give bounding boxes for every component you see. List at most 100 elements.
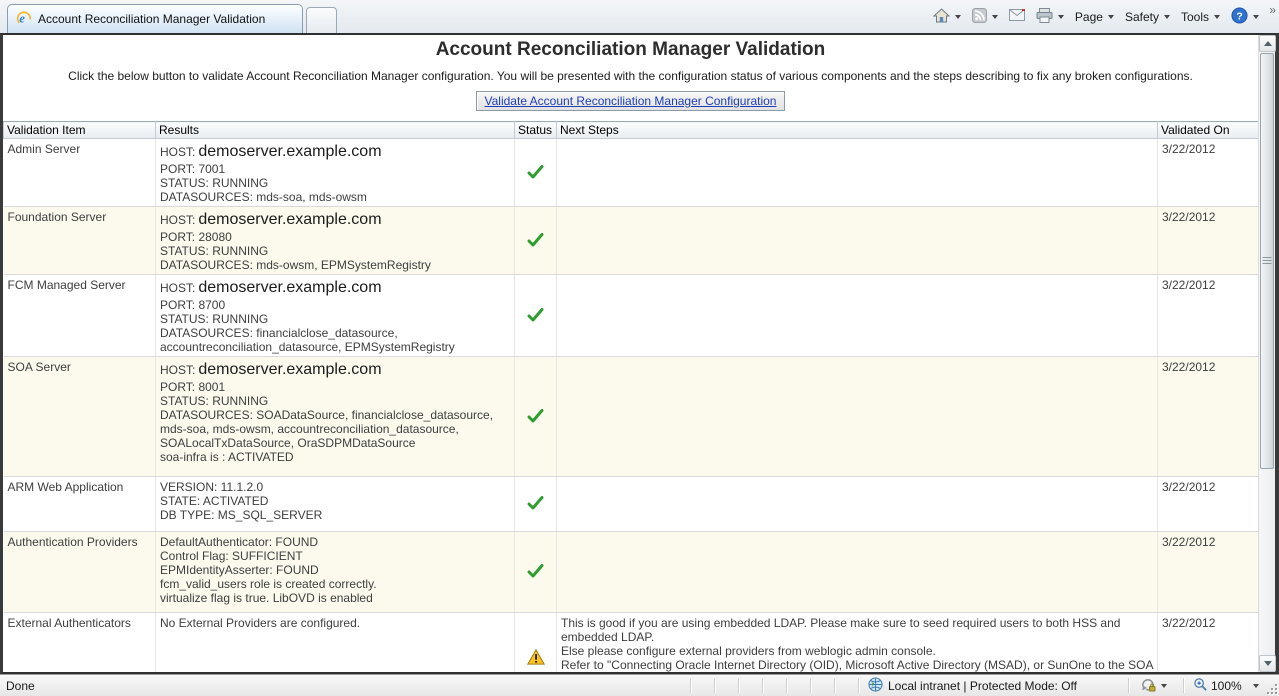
table-row: ARM Web ApplicationVERSION: 11.1.2.0STAT…: [4, 477, 1259, 532]
home-icon: [933, 8, 950, 26]
result-line: virtualize flag is true. LibOVD is enabl…: [160, 591, 510, 605]
validation-item-cell: Authentication Providers: [4, 532, 156, 613]
result-line: PORT: 8001: [160, 380, 510, 394]
scroll-down-button[interactable]: [1259, 655, 1276, 672]
page-menu-button[interactable]: Page: [1071, 7, 1118, 27]
zoom-level-button[interactable]: 100%: [1193, 676, 1259, 696]
help-button[interactable]: ?: [1227, 4, 1263, 30]
host-line: HOST:demoserver.example.com: [160, 278, 510, 298]
table-row: SOA ServerHOST:demoserver.example.comPOR…: [4, 357, 1259, 477]
status-warning-icon: [527, 654, 545, 668]
zoom-magnifier-icon: [1193, 677, 1208, 695]
read-mail-button[interactable]: [1005, 6, 1029, 27]
page-menu-label: Page: [1075, 10, 1103, 24]
results-cell: HOST:demoserver.example.comPORT: 7001STA…: [156, 139, 515, 207]
host-value: demoserver.example.com: [198, 361, 381, 378]
page-dropdown-caret: [1108, 15, 1114, 19]
result-line: Control Flag: SUFFICIENT: [160, 549, 510, 563]
help-icon: ?: [1231, 7, 1248, 27]
next-steps-line: Else please configure external providers…: [561, 644, 1153, 658]
result-line: STATUS: RUNNING: [160, 176, 510, 190]
validated-on-cell: 3/22/2012: [1158, 613, 1259, 673]
result-line: DATASOURCES: mds-owsm, EPMSystemRegistry: [160, 258, 510, 272]
validated-on-cell: 3/22/2012: [1158, 532, 1259, 613]
validate-configuration-button[interactable]: Validate Account Reconciliation Manager …: [476, 91, 786, 111]
host-value: demoserver.example.com: [198, 143, 381, 160]
print-button[interactable]: [1032, 5, 1068, 29]
status-cell: [515, 207, 557, 275]
validated-on-cell: 3/22/2012: [1158, 207, 1259, 275]
result-line: STATUS: RUNNING: [160, 394, 510, 408]
validation-item-cell: SOA Server: [4, 357, 156, 477]
results-cell: VERSION: 11.1.2.0STATE: ACTIVATEDDB TYPE…: [156, 477, 515, 532]
home-dropdown-caret: [955, 15, 961, 19]
scrollbar-grip-icon: [1263, 257, 1272, 265]
page-content: Account Reconciliation Manager Validatio…: [3, 35, 1258, 672]
result-line: No External Providers are configured.: [160, 616, 510, 630]
next-steps-cell: [557, 275, 1158, 357]
validation-item-cell: FCM Managed Server: [4, 275, 156, 357]
vertical-scrollbar[interactable]: [1258, 35, 1275, 672]
next-steps-line: This is good if you are using embedded L…: [561, 616, 1153, 644]
validated-on-cell: 3/22/2012: [1158, 477, 1259, 532]
privacy-dropdown-caret: [1161, 684, 1167, 688]
validation-item-cell: External Authenticators: [4, 613, 156, 673]
scroll-up-button[interactable]: [1259, 35, 1276, 52]
table-row: Authentication ProvidersDefaultAuthentic…: [4, 532, 1259, 613]
browser-tab[interactable]: e Account Reconciliation Manager Validat…: [7, 4, 303, 33]
result-line: EPMIdentityAsserter: FOUND: [160, 563, 510, 577]
host-label: HOST:: [160, 281, 195, 295]
feeds-button[interactable]: [968, 5, 1002, 29]
scroll-down-arrow-icon: [1264, 661, 1272, 666]
new-tab-button[interactable]: [306, 7, 337, 33]
page-description: Click the below button to validate Accou…: [3, 69, 1258, 83]
result-line: PORT: 8700: [160, 298, 510, 312]
results-cell: HOST:demoserver.example.comPORT: 8001STA…: [156, 357, 515, 477]
privacy-lock-icon: [1140, 677, 1156, 696]
table-row: External Authenticators No External Provi…: [4, 613, 1259, 673]
rss-feed-icon: [972, 8, 987, 26]
results-cell: No External Providers are configured.: [156, 613, 515, 673]
result-line: fcm_valid_users role is created correctl…: [160, 577, 510, 591]
status-cell: [515, 532, 557, 613]
validate-button-label: Validate Account Reconciliation Manager …: [485, 94, 777, 108]
next-steps-cell: [557, 139, 1158, 207]
host-line: HOST:demoserver.example.com: [160, 210, 510, 230]
home-button[interactable]: [929, 5, 965, 29]
host-value: demoserver.example.com: [198, 279, 381, 296]
validated-on-cell: 3/22/2012: [1158, 357, 1259, 477]
result-line: STATUS: RUNNING: [160, 244, 510, 258]
results-cell: HOST:demoserver.example.comPORT: 28080ST…: [156, 207, 515, 275]
status-ok-icon: [527, 412, 544, 426]
status-bar: Done Local intranet | Protected Mode: Of…: [0, 674, 1279, 696]
toolbar-overflow-chevron[interactable]: »: [1269, 3, 1276, 17]
status-ok-icon: [527, 236, 544, 250]
header-results: Results: [156, 122, 515, 139]
privacy-button[interactable]: [1140, 676, 1167, 696]
results-cell: DefaultAuthenticator: FOUNDControl Flag:…: [156, 532, 515, 613]
print-dropdown-caret: [1058, 15, 1064, 19]
print-icon: [1036, 8, 1053, 26]
result-line: DefaultAuthenticator: FOUND: [160, 535, 510, 549]
browser-tab-bar: e Account Reconciliation Manager Validat…: [0, 0, 1279, 33]
host-line: HOST:demoserver.example.com: [160, 360, 510, 380]
read-mail-icon: [1009, 9, 1025, 24]
next-steps-cell: [557, 532, 1158, 613]
page-title: Account Reconciliation Manager Validatio…: [3, 39, 1258, 61]
status-text: Done: [6, 679, 35, 693]
result-line: DATASOURCES: SOADataSource, financialclo…: [160, 408, 510, 450]
next-steps-line: Refer to "Connecting Oracle Internet Dir…: [561, 658, 1153, 672]
scrollbar-thumb[interactable]: [1260, 53, 1274, 469]
resize-grip[interactable]: [1265, 682, 1277, 694]
result-line: STATUS: RUNNING: [160, 312, 510, 326]
safety-menu-button[interactable]: Safety: [1121, 7, 1174, 27]
validation-table: Validation Item Results Status Next Step…: [3, 121, 1258, 672]
validation-item-cell: Foundation Server: [4, 207, 156, 275]
status-ok-icon: [527, 311, 544, 325]
next-steps-cell: [557, 477, 1158, 532]
header-validation-item: Validation Item: [4, 122, 156, 139]
result-line: DATASOURCES: mds-soa, mds-owsm: [160, 190, 510, 204]
status-cell: [515, 139, 557, 207]
command-bar: Page Safety Tools ?: [929, 0, 1263, 33]
tools-menu-button[interactable]: Tools: [1177, 7, 1224, 27]
